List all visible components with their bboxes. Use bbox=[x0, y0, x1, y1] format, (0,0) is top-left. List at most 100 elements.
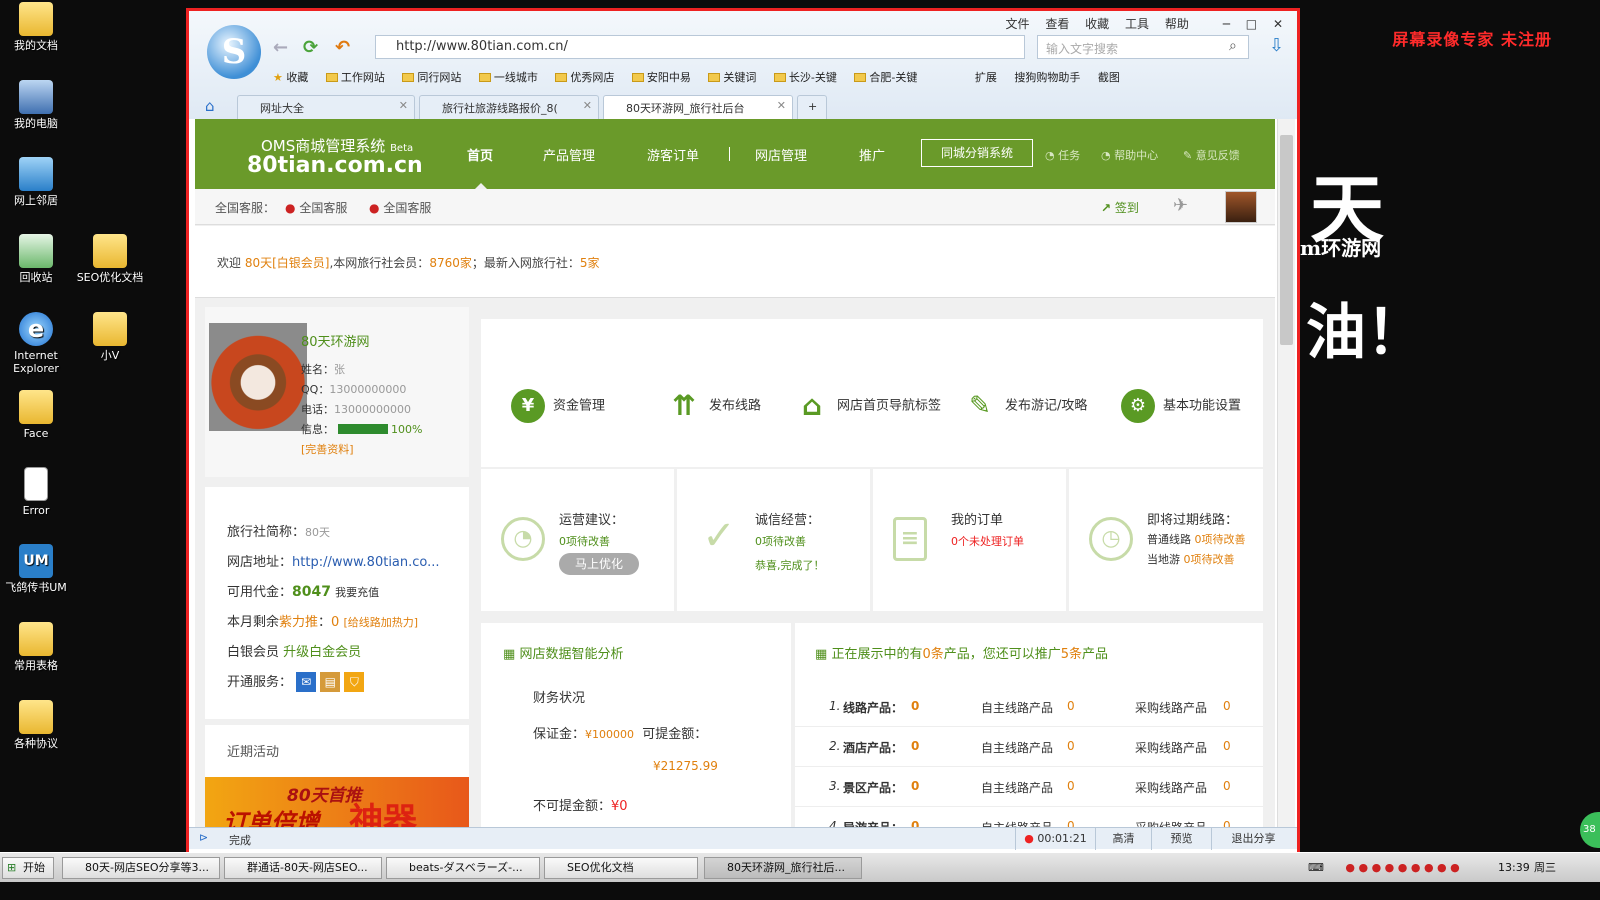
desktop-icon-recycle-bin[interactable]: 回收站 bbox=[0, 234, 72, 284]
quick-shop-nav-tags[interactable]: ⌂ 网店首页导航标签 bbox=[795, 389, 941, 423]
mail-icon[interactable]: ✉ bbox=[296, 672, 317, 692]
address-bar[interactable]: http://www.80tian.com.cn/ bbox=[375, 35, 1025, 59]
product-row-routes[interactable]: 1. 线路产品： 0 自主线路产品 0 采购线路产品 0 bbox=[795, 687, 1263, 727]
profile-name[interactable]: 80天环游网 bbox=[301, 331, 370, 350]
refresh-icon[interactable]: ⟳ bbox=[303, 37, 318, 58]
nav-feedback[interactable]: ✎ 意见反馈 bbox=[1183, 147, 1240, 163]
menu-tools[interactable]: 工具 bbox=[1125, 17, 1149, 31]
fav-item[interactable]: 合肥-关键 bbox=[854, 71, 917, 84]
quick-fund-management[interactable]: ¥ 资金管理 bbox=[511, 389, 605, 423]
fav-item[interactable]: 关键词 bbox=[708, 71, 756, 84]
document-icon[interactable]: ▤ bbox=[320, 672, 341, 692]
hd-button[interactable]: 高清 bbox=[1095, 828, 1151, 850]
home-icon[interactable]: ⌂ bbox=[205, 97, 215, 115]
side-badge[interactable]: 38 bbox=[1580, 812, 1600, 848]
desktop-icon-ie[interactable]: e Internet Explorer bbox=[0, 312, 72, 375]
fav-screenshot[interactable]: 截图 bbox=[1098, 71, 1120, 84]
undo-icon[interactable]: ↶ bbox=[335, 37, 350, 58]
fav-shopping-assistant[interactable]: 搜狗购物助手 bbox=[1014, 71, 1080, 84]
fav-extend[interactable]: 扩展 bbox=[975, 71, 997, 84]
start-button[interactable]: ⊞ 开始 bbox=[2, 857, 54, 879]
fav-item[interactable]: 安阳中易 bbox=[631, 71, 691, 84]
menu-view[interactable]: 查看 bbox=[1045, 17, 1069, 31]
desktop-icon-face[interactable]: Face bbox=[0, 390, 72, 440]
upgrade-link[interactable]: 升级白金会员 bbox=[283, 645, 361, 660]
desktop-icon-network[interactable]: 网上邻居 bbox=[0, 157, 72, 207]
qq-service-2[interactable]: ● 全国客服 bbox=[369, 199, 431, 216]
signin-button[interactable]: ↗ 签到 bbox=[1101, 199, 1139, 216]
optimize-now-button[interactable]: 马上优化 bbox=[559, 553, 639, 575]
menu-favorites[interactable]: 收藏 bbox=[1085, 17, 1109, 31]
notification-icon[interactable]: ✈ bbox=[1173, 195, 1188, 216]
boost-link[interactable]: [给线路加热力] bbox=[343, 616, 418, 629]
search-input[interactable]: 输入文字搜索 bbox=[1037, 35, 1249, 59]
product-row-guides[interactable]: 4.导游产品：0自主线路产品0采购线路产品0 bbox=[795, 807, 1263, 827]
sogou-browser-logo-icon[interactable]: S bbox=[207, 25, 261, 79]
minimize-icon[interactable]: ─ bbox=[1223, 17, 1230, 31]
preview-button[interactable]: 预览 bbox=[1151, 828, 1211, 850]
fav-item[interactable]: 一线城市 bbox=[478, 71, 538, 84]
site-brand-domain[interactable]: 80tian.com.cn bbox=[247, 153, 423, 178]
nav-help[interactable]: ◔ 帮助中心 bbox=[1101, 147, 1158, 163]
menu-file[interactable]: 文件 bbox=[1005, 17, 1029, 31]
quick-basic-settings[interactable]: ⚙ 基本功能设置 bbox=[1121, 389, 1241, 423]
page-scrollbar[interactable] bbox=[1277, 119, 1295, 827]
desktop-icon-agreements[interactable]: 各种协议 bbox=[0, 700, 72, 750]
keyboard-icon[interactable]: ⌨ bbox=[1308, 861, 1324, 874]
close-tab-icon[interactable]: ✕ bbox=[583, 99, 592, 112]
member-level[interactable]: 80天[白银会员] bbox=[245, 256, 330, 270]
recharge-link[interactable]: 我要充值 bbox=[335, 586, 379, 599]
close-icon[interactable]: ✕ bbox=[1273, 17, 1283, 31]
desktop-icon-my-documents[interactable]: 我的文档 bbox=[0, 2, 72, 52]
taskbar-item-browser[interactable]: 80天环游网_旅行社后... bbox=[704, 857, 862, 879]
taskbar-item-seo-share[interactable]: 80天-网店SEO分享等3... bbox=[62, 857, 220, 879]
unprocessed-orders-link[interactable]: 0个未处理订单 bbox=[951, 533, 1024, 549]
back-icon[interactable]: ← bbox=[273, 37, 288, 58]
desktop-icon-feige[interactable]: UM 飞鸽传书UM bbox=[0, 544, 72, 594]
clock-time[interactable]: 13:39 bbox=[1498, 857, 1530, 879]
fav-item[interactable]: 工作网站 bbox=[325, 71, 385, 84]
menu-help[interactable]: 帮助 bbox=[1165, 17, 1189, 31]
taskbar-item-seo-docs[interactable]: SEO优化文档 bbox=[544, 857, 698, 879]
taskbar-item-music[interactable]: beats-ダスベラーズ-... bbox=[386, 857, 540, 879]
desktop-icon-my-computer[interactable]: 我的电脑 bbox=[0, 80, 72, 130]
desktop-icon-seo-docs[interactable]: SEO优化文档 bbox=[74, 234, 146, 284]
shield-icon[interactable]: ⛉ bbox=[344, 672, 365, 692]
product-row-hotels[interactable]: 2. 酒店产品： 0 自主线路产品 0 采购线路产品 0 bbox=[795, 727, 1263, 767]
qq-service-1[interactable]: ● 全国客服 bbox=[285, 199, 347, 216]
fav-item[interactable]: 长沙-关键 bbox=[773, 71, 837, 84]
tab-url-directory[interactable]: 网址大全 ✕ bbox=[237, 95, 415, 119]
fav-item[interactable]: 同行网站 bbox=[402, 71, 461, 84]
exit-share-button[interactable]: 退出分享 bbox=[1211, 828, 1295, 850]
complete-profile-link[interactable]: [完善资料] bbox=[301, 441, 354, 457]
shop-url-link[interactable]: http://www.80tian.co... bbox=[292, 555, 440, 570]
maximize-icon[interactable]: □ bbox=[1246, 17, 1257, 31]
nav-shop[interactable]: 网店管理 bbox=[755, 145, 807, 164]
desktop-icon-xiaov[interactable]: 小V bbox=[74, 312, 146, 362]
avatar[interactable] bbox=[1225, 191, 1257, 223]
nav-home[interactable]: 首页 bbox=[467, 145, 493, 164]
nav-products[interactable]: 产品管理 bbox=[543, 145, 595, 164]
desktop-icon-error[interactable]: Error bbox=[0, 467, 72, 517]
close-tab-icon[interactable]: ✕ bbox=[399, 99, 408, 112]
download-icon[interactable]: ⇩ bbox=[1269, 35, 1284, 56]
search-icon[interactable]: ⌕ bbox=[1229, 38, 1237, 54]
taskbar-item-group-call[interactable]: 群通话-80天-网店SEO... bbox=[224, 857, 382, 879]
scrollbar-thumb[interactable] bbox=[1280, 135, 1293, 345]
close-tab-icon[interactable]: ✕ bbox=[777, 99, 786, 112]
favorites-star[interactable]: ★ 收藏 bbox=[273, 71, 308, 84]
new-tab-button[interactable]: + bbox=[797, 95, 827, 119]
sidebar-toggle-icon[interactable]: ⊳ bbox=[199, 831, 208, 844]
nav-orders[interactable]: 游客订单 bbox=[647, 145, 699, 164]
city-distribution-button[interactable]: 同城分销系统 bbox=[921, 139, 1033, 167]
activity-banner[interactable]: 80天首推 订单倍增 神器 bbox=[205, 777, 469, 827]
tab-80tian-admin[interactable]: 80天环游网_旅行社后台 ✕ bbox=[603, 95, 793, 119]
fav-item[interactable]: 优秀网店 bbox=[555, 71, 614, 84]
quick-publish-route[interactable]: ⇈ 发布线路 bbox=[667, 389, 761, 423]
nav-promotion[interactable]: 推广 bbox=[859, 145, 885, 164]
tab-travel-prices[interactable]: 旅行社旅游线路报价_8(✕ bbox=[419, 95, 599, 119]
nav-tasks[interactable]: ◔ 任务 bbox=[1045, 147, 1080, 163]
desktop-icon-common-forms[interactable]: 常用表格 bbox=[0, 622, 72, 672]
quick-publish-travelogue[interactable]: ✎ 发布游记/攻略 bbox=[963, 389, 1087, 423]
product-row-scenic[interactable]: 3. 景区产品： 0 自主线路产品 0 采购线路产品 0 bbox=[795, 767, 1263, 807]
